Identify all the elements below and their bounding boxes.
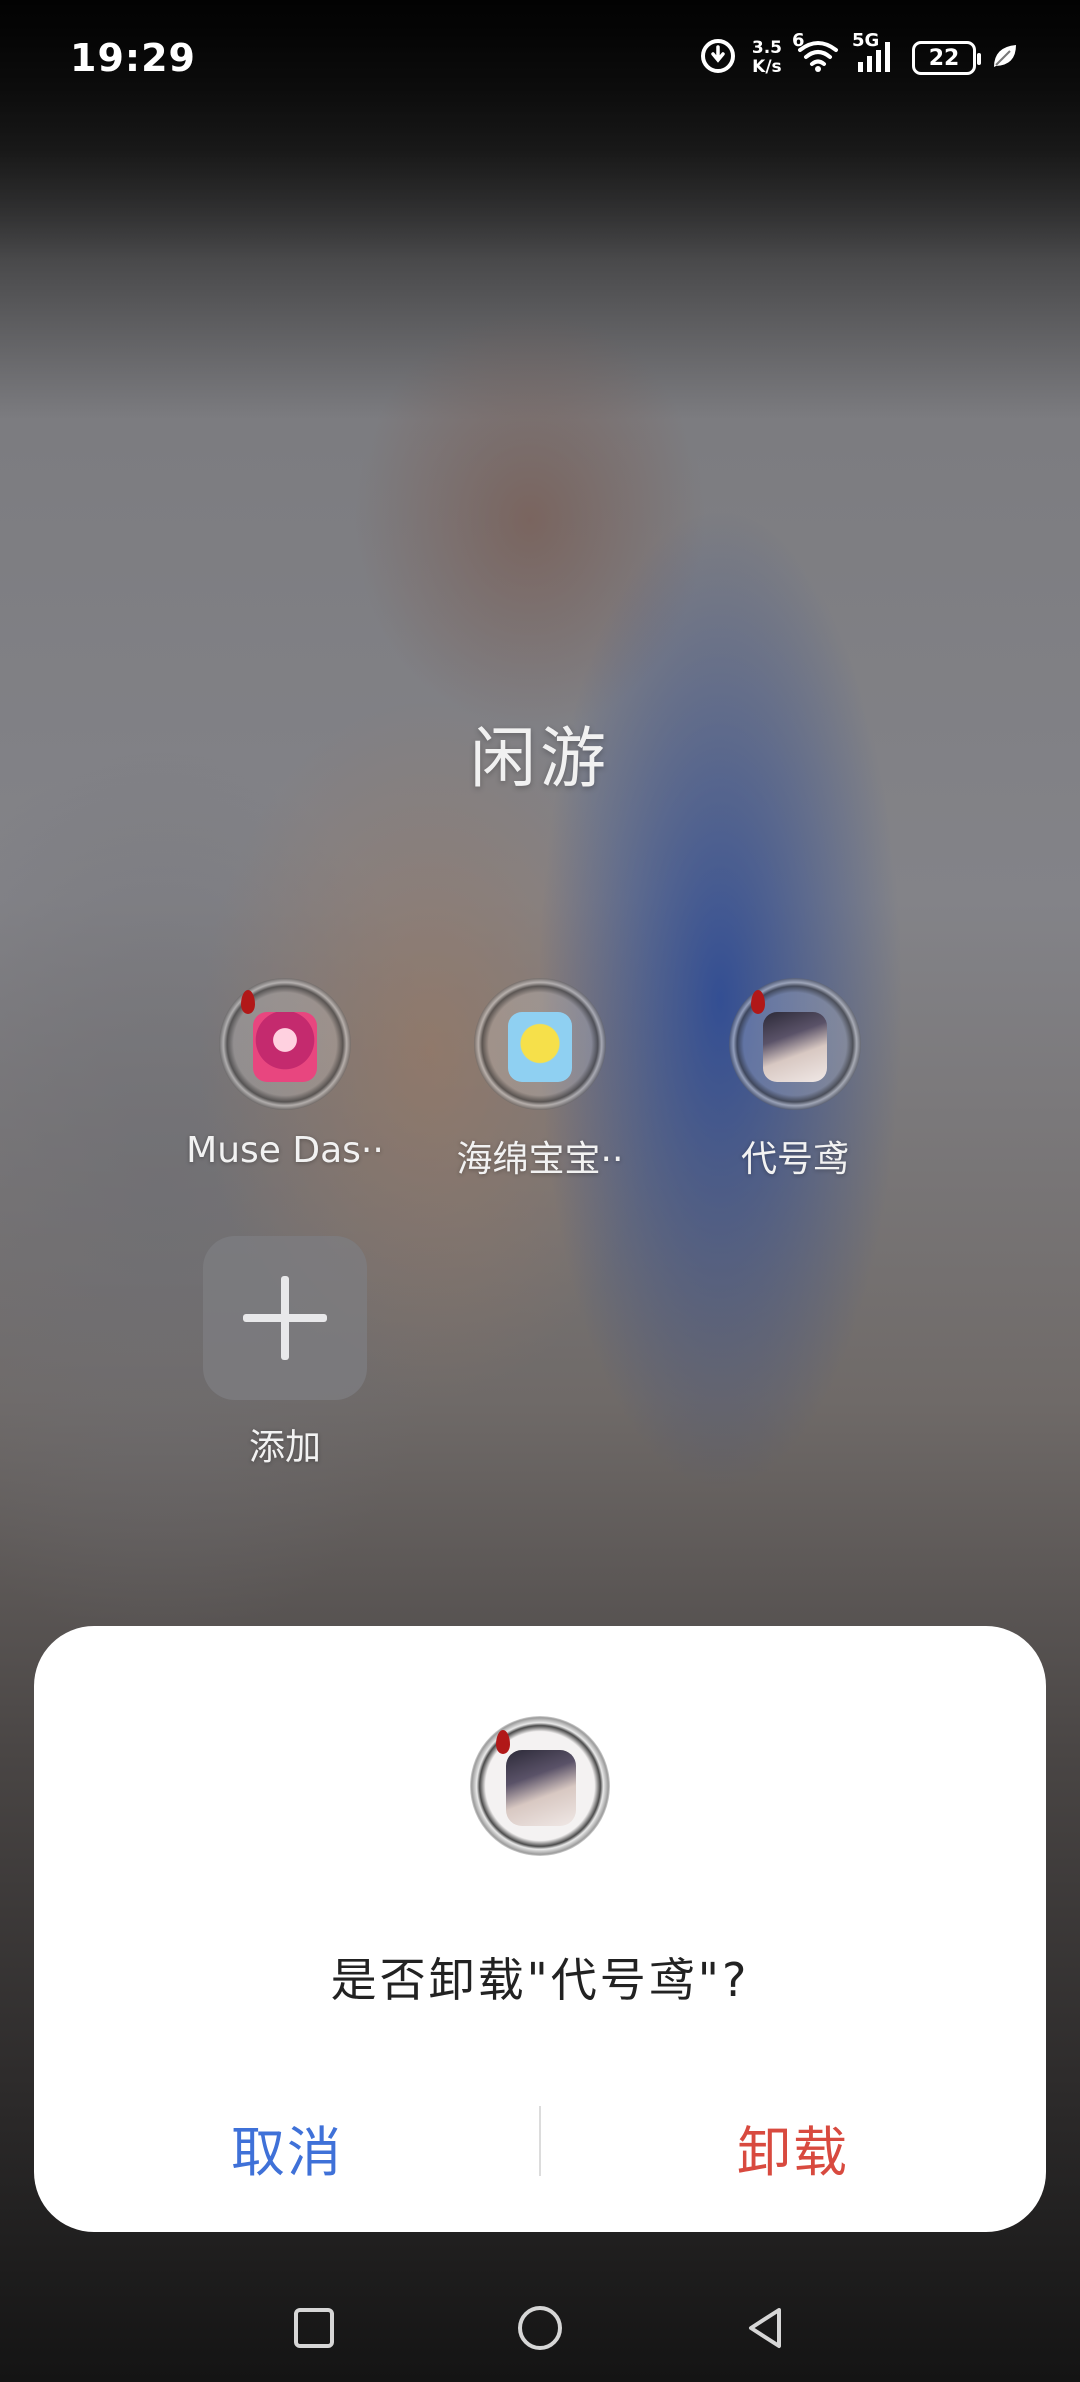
leaf-icon [990,41,1020,75]
app-label: 代号鸢 [740,1139,849,1180]
spongebob-artwork [508,1012,572,1082]
home-icon[interactable] [510,2298,570,2358]
navigation-bar [0,2270,1080,2382]
folder-title: 闲游 [470,720,610,797]
battery-icon: 22 [912,41,981,75]
home-screen: 19:29 3.5 K/s 6 5G 22 闲游 Muse Das·· 海绵宝宝… [0,0,1080,2382]
app-daihaoyuan[interactable]: 代号鸢 [680,978,910,1182]
network-speed-unit: K/s [752,57,782,77]
uninstall-dialog: 是否卸载"代号鸢"? 取消 卸载 [34,1626,1046,2232]
app-spongebob[interactable]: 海绵宝宝·· [425,978,655,1182]
app-label: 海绵宝宝·· [456,1139,624,1180]
app-label: Muse Das·· [186,1130,384,1171]
status-icons: 3.5 K/s 6 5G 22 [698,30,1020,80]
spongebob-app-icon [474,978,606,1110]
back-icon[interactable] [736,2298,796,2358]
uninstall-button[interactable]: 卸载 [540,2092,1046,2202]
wifi-badge: 6 [792,30,805,51]
data-saver-icon [698,36,738,80]
recents-icon[interactable] [284,2298,344,2358]
daihaoyuan-app-icon [729,978,861,1110]
status-bar: 19:29 3.5 K/s 6 5G 22 [0,0,1080,130]
network-speed: 3.5 K/s [752,39,782,77]
add-label: 添加 [248,1427,321,1468]
battery-level: 22 [928,45,960,71]
red-tag-decoration [751,990,765,1014]
daihaoyuan-artwork [506,1750,576,1826]
network-type: 5G [852,30,880,51]
muse-dash-app-icon [219,978,351,1110]
app-muse-dash[interactable]: Muse Das·· [170,978,400,1171]
muse-dash-artwork [253,1012,317,1082]
clock: 19:29 [70,36,196,80]
daihaoyuan-artwork [763,1012,827,1082]
cancel-button[interactable]: 取消 [34,2092,540,2202]
daihaoyuan-app-icon [470,1716,610,1856]
red-tag-decoration [241,990,255,1014]
signal-icon: 5G [852,30,898,78]
red-tag-decoration [496,1730,510,1754]
uninstall-confirm-message: 是否卸载"代号鸢"? [330,1953,750,2007]
add-app-button[interactable]: 添加 [170,1236,400,1470]
network-speed-value: 3.5 [751,38,782,58]
wifi-icon: 6 [792,30,840,78]
plus-icon [203,1236,367,1400]
